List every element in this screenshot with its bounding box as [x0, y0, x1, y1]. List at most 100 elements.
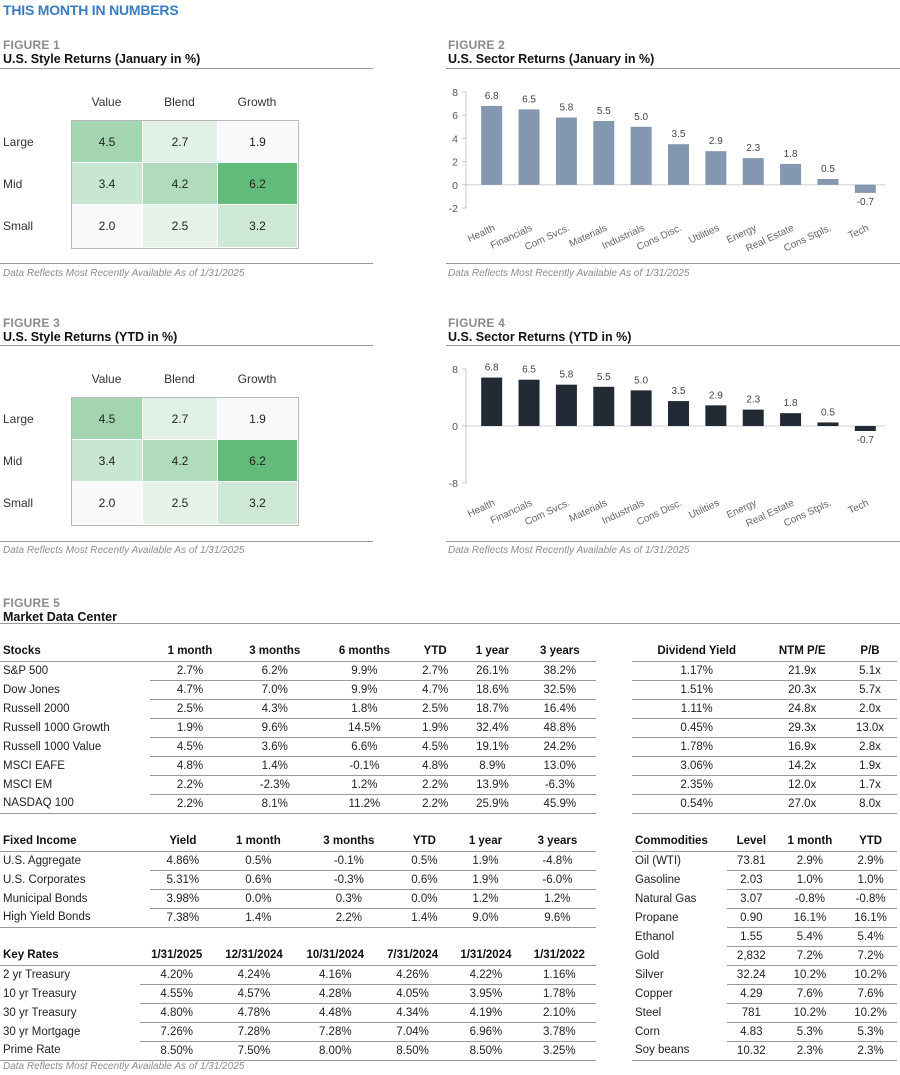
column-header: Level [727, 832, 776, 852]
table-cell: 4.22% [449, 965, 523, 985]
data-label: 5.0 [634, 112, 648, 123]
table-cell: 1.9x [843, 756, 897, 776]
valuation-table: Dividend Yield NTM P/E P/B 1.17% 21.9x 5.1x 1.… [632, 642, 897, 814]
table-cell: 7.04% [375, 1022, 450, 1042]
table-cell: 10.2% [844, 1003, 897, 1023]
table-cell: 1.8% [319, 699, 410, 719]
column-header: 1 month [150, 642, 230, 662]
table-cell: -0.8% [775, 889, 845, 909]
table-cell: -0.3% [301, 870, 397, 890]
heatmap-cell: 4.2 [143, 163, 218, 205]
table-row: 3.06% 14.2x 1.9x [632, 756, 897, 776]
column-header: NTM P/E [761, 642, 843, 662]
data-label: 5.5 [597, 106, 611, 117]
table-cell: 45.9% [523, 794, 596, 814]
row-label: U.S. Corporates [3, 873, 86, 886]
table-cell: 3.98% [150, 889, 216, 909]
table-cell: 3.78% [522, 1022, 596, 1042]
table-cell: 5.4% [844, 927, 897, 947]
table-cell: 14.5% [319, 718, 410, 738]
table-cell: 4.86% [150, 851, 216, 871]
table-cell: 4.83 [727, 1022, 776, 1042]
table-cell: 24.2% [523, 737, 596, 757]
figure-title: U.S. Sector Returns (YTD in %) [448, 330, 632, 344]
key-rates-table: Key Rates 1/31/2025 12/31/2024 10/31/2024 7/… [0, 946, 596, 1061]
bar [742, 158, 764, 185]
table-row: Corn 4.83 5.3% 5.3% [632, 1022, 897, 1042]
table-cell: 13.0% [523, 756, 596, 776]
table-row: MSCI EM 2.2% -2.3% 1.2% 2.2% 13.9% -6.3% [0, 775, 596, 795]
table-row: Ethanol 1.55 5.4% 5.4% [632, 927, 897, 947]
table-cell: 1.16% [522, 965, 596, 985]
table-cell: 24.8x [761, 699, 843, 719]
table-row: Propane 0.90 16.1% 16.1% [632, 908, 897, 928]
row-label: S&P 500 [3, 664, 49, 677]
table-cell: 4.28% [294, 984, 376, 1004]
bar [817, 179, 839, 185]
row-label: Gold [635, 949, 660, 962]
table-cell: 2.7% [409, 661, 462, 681]
table-cell: 1.17% [632, 661, 762, 681]
table-cell: 0.0% [215, 889, 302, 909]
table-row: High Yield Bonds 7.38% 1.4% 2.2% 1.4% 9.0% 9.6… [0, 908, 596, 928]
table-cell: 5.3% [775, 1022, 845, 1042]
table-cell: 2.8x [843, 737, 897, 757]
table-cell: 2.9% [844, 851, 897, 871]
bar [481, 105, 503, 185]
table-cell: 1.0% [775, 870, 845, 890]
table-cell: 9.6% [518, 908, 596, 928]
figure-label: FIGURE 5 [3, 596, 60, 610]
sector-bar-chart-ytd: -808 6.8Health6.5Financials5.8Com Svcs.5.… [449, 363, 885, 530]
bar [555, 384, 577, 426]
table-cell: 0.6% [215, 870, 302, 890]
data-label: 2.3 [746, 143, 760, 154]
figure-label: FIGURE 1 [3, 38, 60, 52]
table-row: 0.45% 29.3x 13.0x [632, 718, 897, 738]
heatmap-cell: 3.4 [72, 440, 143, 482]
table-cell: 4.24% [213, 965, 295, 985]
table-cell: 2.3% [844, 1041, 897, 1061]
table-cell: 0.54% [632, 794, 762, 814]
table-cell: 0.0% [396, 889, 453, 909]
heatmap-cell: 1.9 [218, 121, 298, 163]
table-cell: 8.9% [461, 756, 524, 776]
data-label: 6.8 [485, 363, 499, 374]
bar [780, 413, 802, 426]
table-cell: 16.1% [775, 908, 845, 928]
divider [0, 263, 373, 264]
table-cell: 2.2% [150, 794, 230, 814]
data-note: Data Reflects Most Recently Available As… [3, 1061, 245, 1072]
table-cell: -0.1% [301, 851, 397, 871]
table-cell: 5.31% [150, 870, 216, 890]
x-tick-label: Tech [847, 498, 871, 517]
table-cell: 2.5% [150, 699, 230, 719]
table-cell: 7.28% [294, 1022, 376, 1042]
heatmap-cell: 2.5 [143, 205, 218, 248]
heatmap-cell: 3.2 [218, 205, 298, 248]
y-tick-label: 4 [452, 133, 458, 145]
row-label: 30 yr Treasury [3, 1006, 77, 1019]
fixed-income-table: Fixed Income Yield 1 month 3 months YTD 1 yea… [0, 832, 596, 928]
column-header: Dividend Yield [632, 642, 762, 662]
bar [518, 109, 540, 185]
column-header: Yield [150, 832, 216, 852]
heatmap-cell: 1.9 [218, 398, 298, 440]
table-row: Prime Rate 8.50% 7.50% 8.00% 8.50% 8.50% 3.25% [0, 1041, 596, 1061]
heatmap-row-header: Large [3, 412, 34, 426]
row-label: 10 yr Treasury [3, 987, 77, 1000]
heatmap-cell: 6.2 [218, 440, 298, 482]
data-note: Data Reflects Most Recently Available As… [3, 268, 245, 279]
table-cell: 9.9% [319, 661, 410, 681]
table-row: 1.17% 21.9x 5.1x [632, 661, 897, 681]
row-label: Oil (WTI) [635, 854, 681, 867]
row-label: Russell 2000 [3, 702, 70, 715]
data-label: 6.8 [485, 91, 499, 102]
data-label: 3.5 [672, 129, 686, 140]
table-row: Natural Gas 3.07 -0.8% -0.8% [632, 889, 897, 909]
table-cell: 0.6% [396, 870, 453, 890]
column-header: 1/31/2025 [140, 946, 214, 966]
table-cell: 2.2% [150, 775, 230, 795]
y-tick-label: -2 [449, 203, 458, 215]
bar [555, 117, 577, 185]
column-header: 3 months [229, 642, 320, 662]
